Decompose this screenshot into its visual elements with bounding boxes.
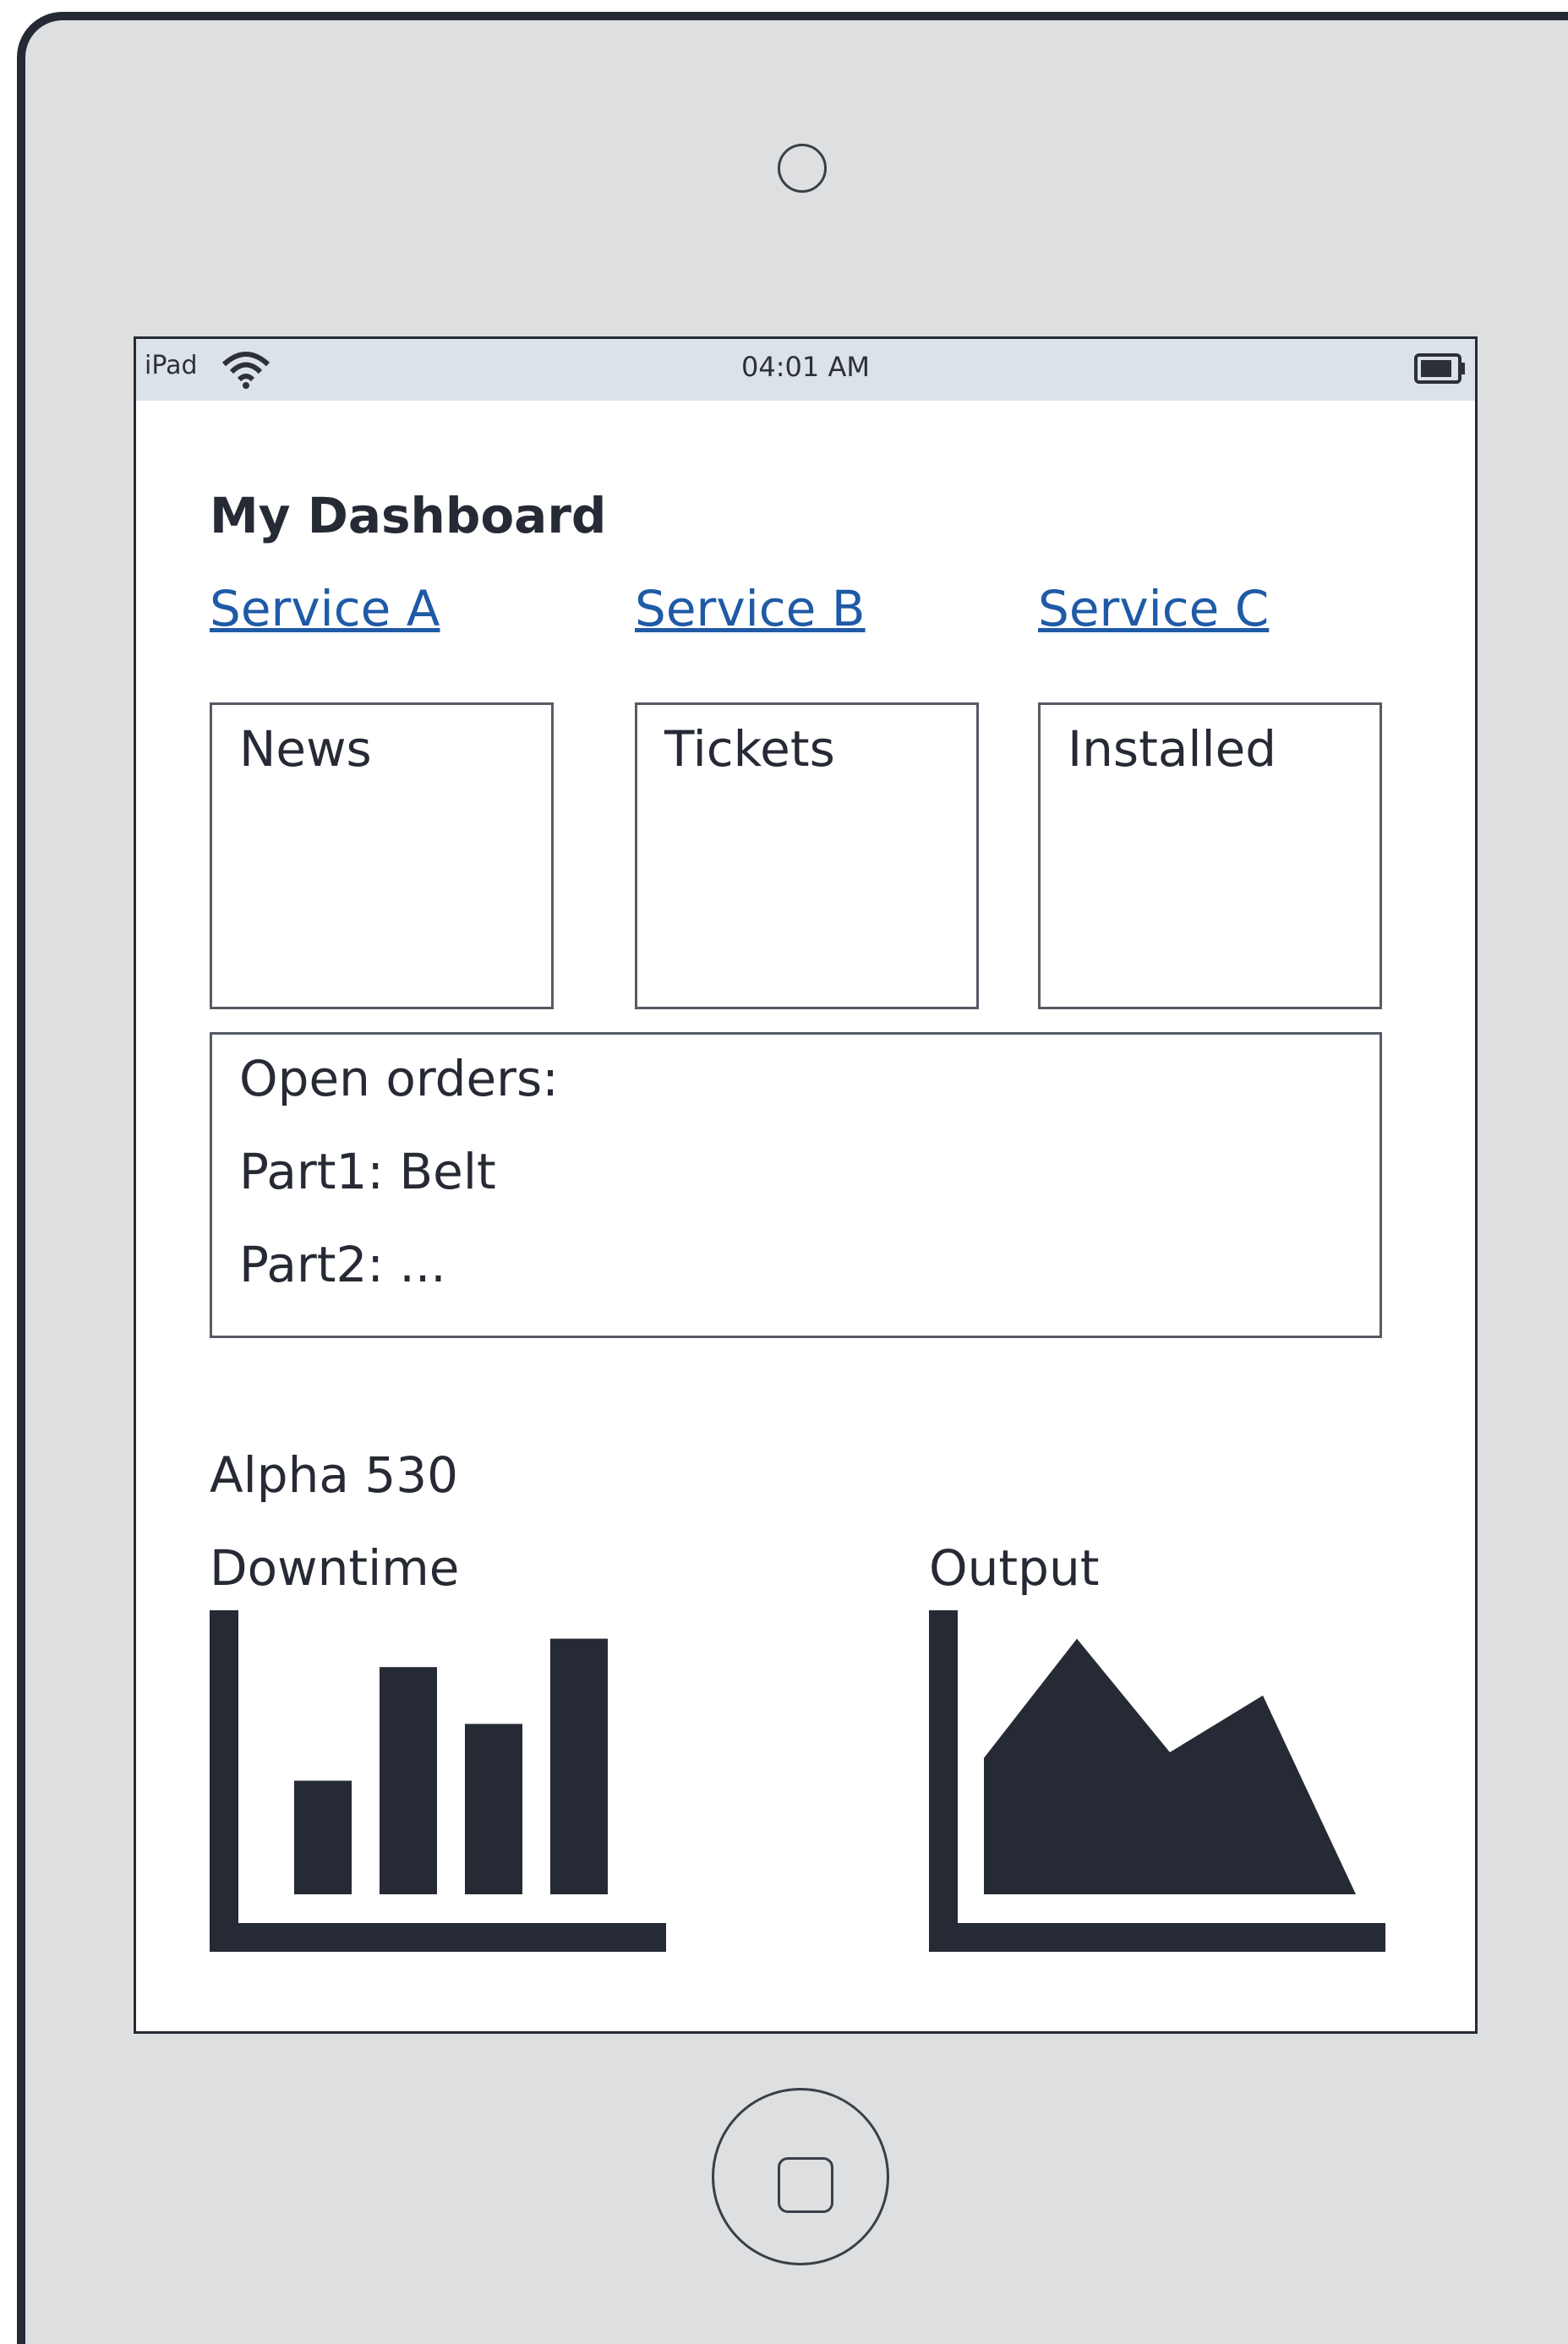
news-tile[interactable]: News: [210, 702, 554, 1009]
tablet-screen: iPad 04:01 AM My Dashboard Service A Ser…: [134, 336, 1478, 2034]
output-chart-title: Output: [929, 1539, 1100, 1597]
output-chart: [929, 1610, 1385, 1952]
tickets-tile[interactable]: Tickets: [635, 702, 979, 1009]
order-line: Part2: ...: [239, 1236, 446, 1293]
chart-y-axis: [929, 1610, 958, 1952]
status-time: 04:01 AM: [741, 351, 870, 383]
downtime-chart: [210, 1610, 666, 1952]
open-orders-panel[interactable]: Open orders: Part1: Belt Part2: ...: [210, 1032, 1382, 1338]
service-b-link[interactable]: Service B: [635, 580, 866, 637]
downtime-bar: [465, 1724, 522, 1894]
downtime-bar: [294, 1780, 352, 1894]
home-square-icon: [778, 2157, 833, 2213]
service-c-link[interactable]: Service C: [1038, 580, 1269, 637]
machine-name: Alpha 530: [210, 1446, 459, 1504]
output-area: [984, 1638, 1356, 1894]
tickets-tile-label: Tickets: [664, 720, 835, 778]
downtime-bar: [550, 1638, 608, 1894]
installed-tile[interactable]: Installed: [1038, 702, 1382, 1009]
status-bar: iPad 04:01 AM: [136, 339, 1475, 401]
news-tile-label: News: [239, 720, 372, 778]
page-title: My Dashboard: [210, 487, 607, 544]
camera-icon: [778, 144, 827, 193]
order-line: Part1: Belt: [239, 1143, 496, 1200]
service-a-link[interactable]: Service A: [210, 580, 440, 637]
chart-y-axis: [210, 1610, 238, 1952]
chart-x-axis: [929, 1923, 1385, 1952]
downtime-bar: [380, 1667, 437, 1894]
chart-x-axis: [210, 1923, 666, 1952]
installed-tile-label: Installed: [1068, 720, 1277, 778]
downtime-chart-title: Downtime: [210, 1539, 460, 1597]
open-orders-heading: Open orders:: [239, 1050, 559, 1107]
battery-icon: [1414, 353, 1465, 384]
